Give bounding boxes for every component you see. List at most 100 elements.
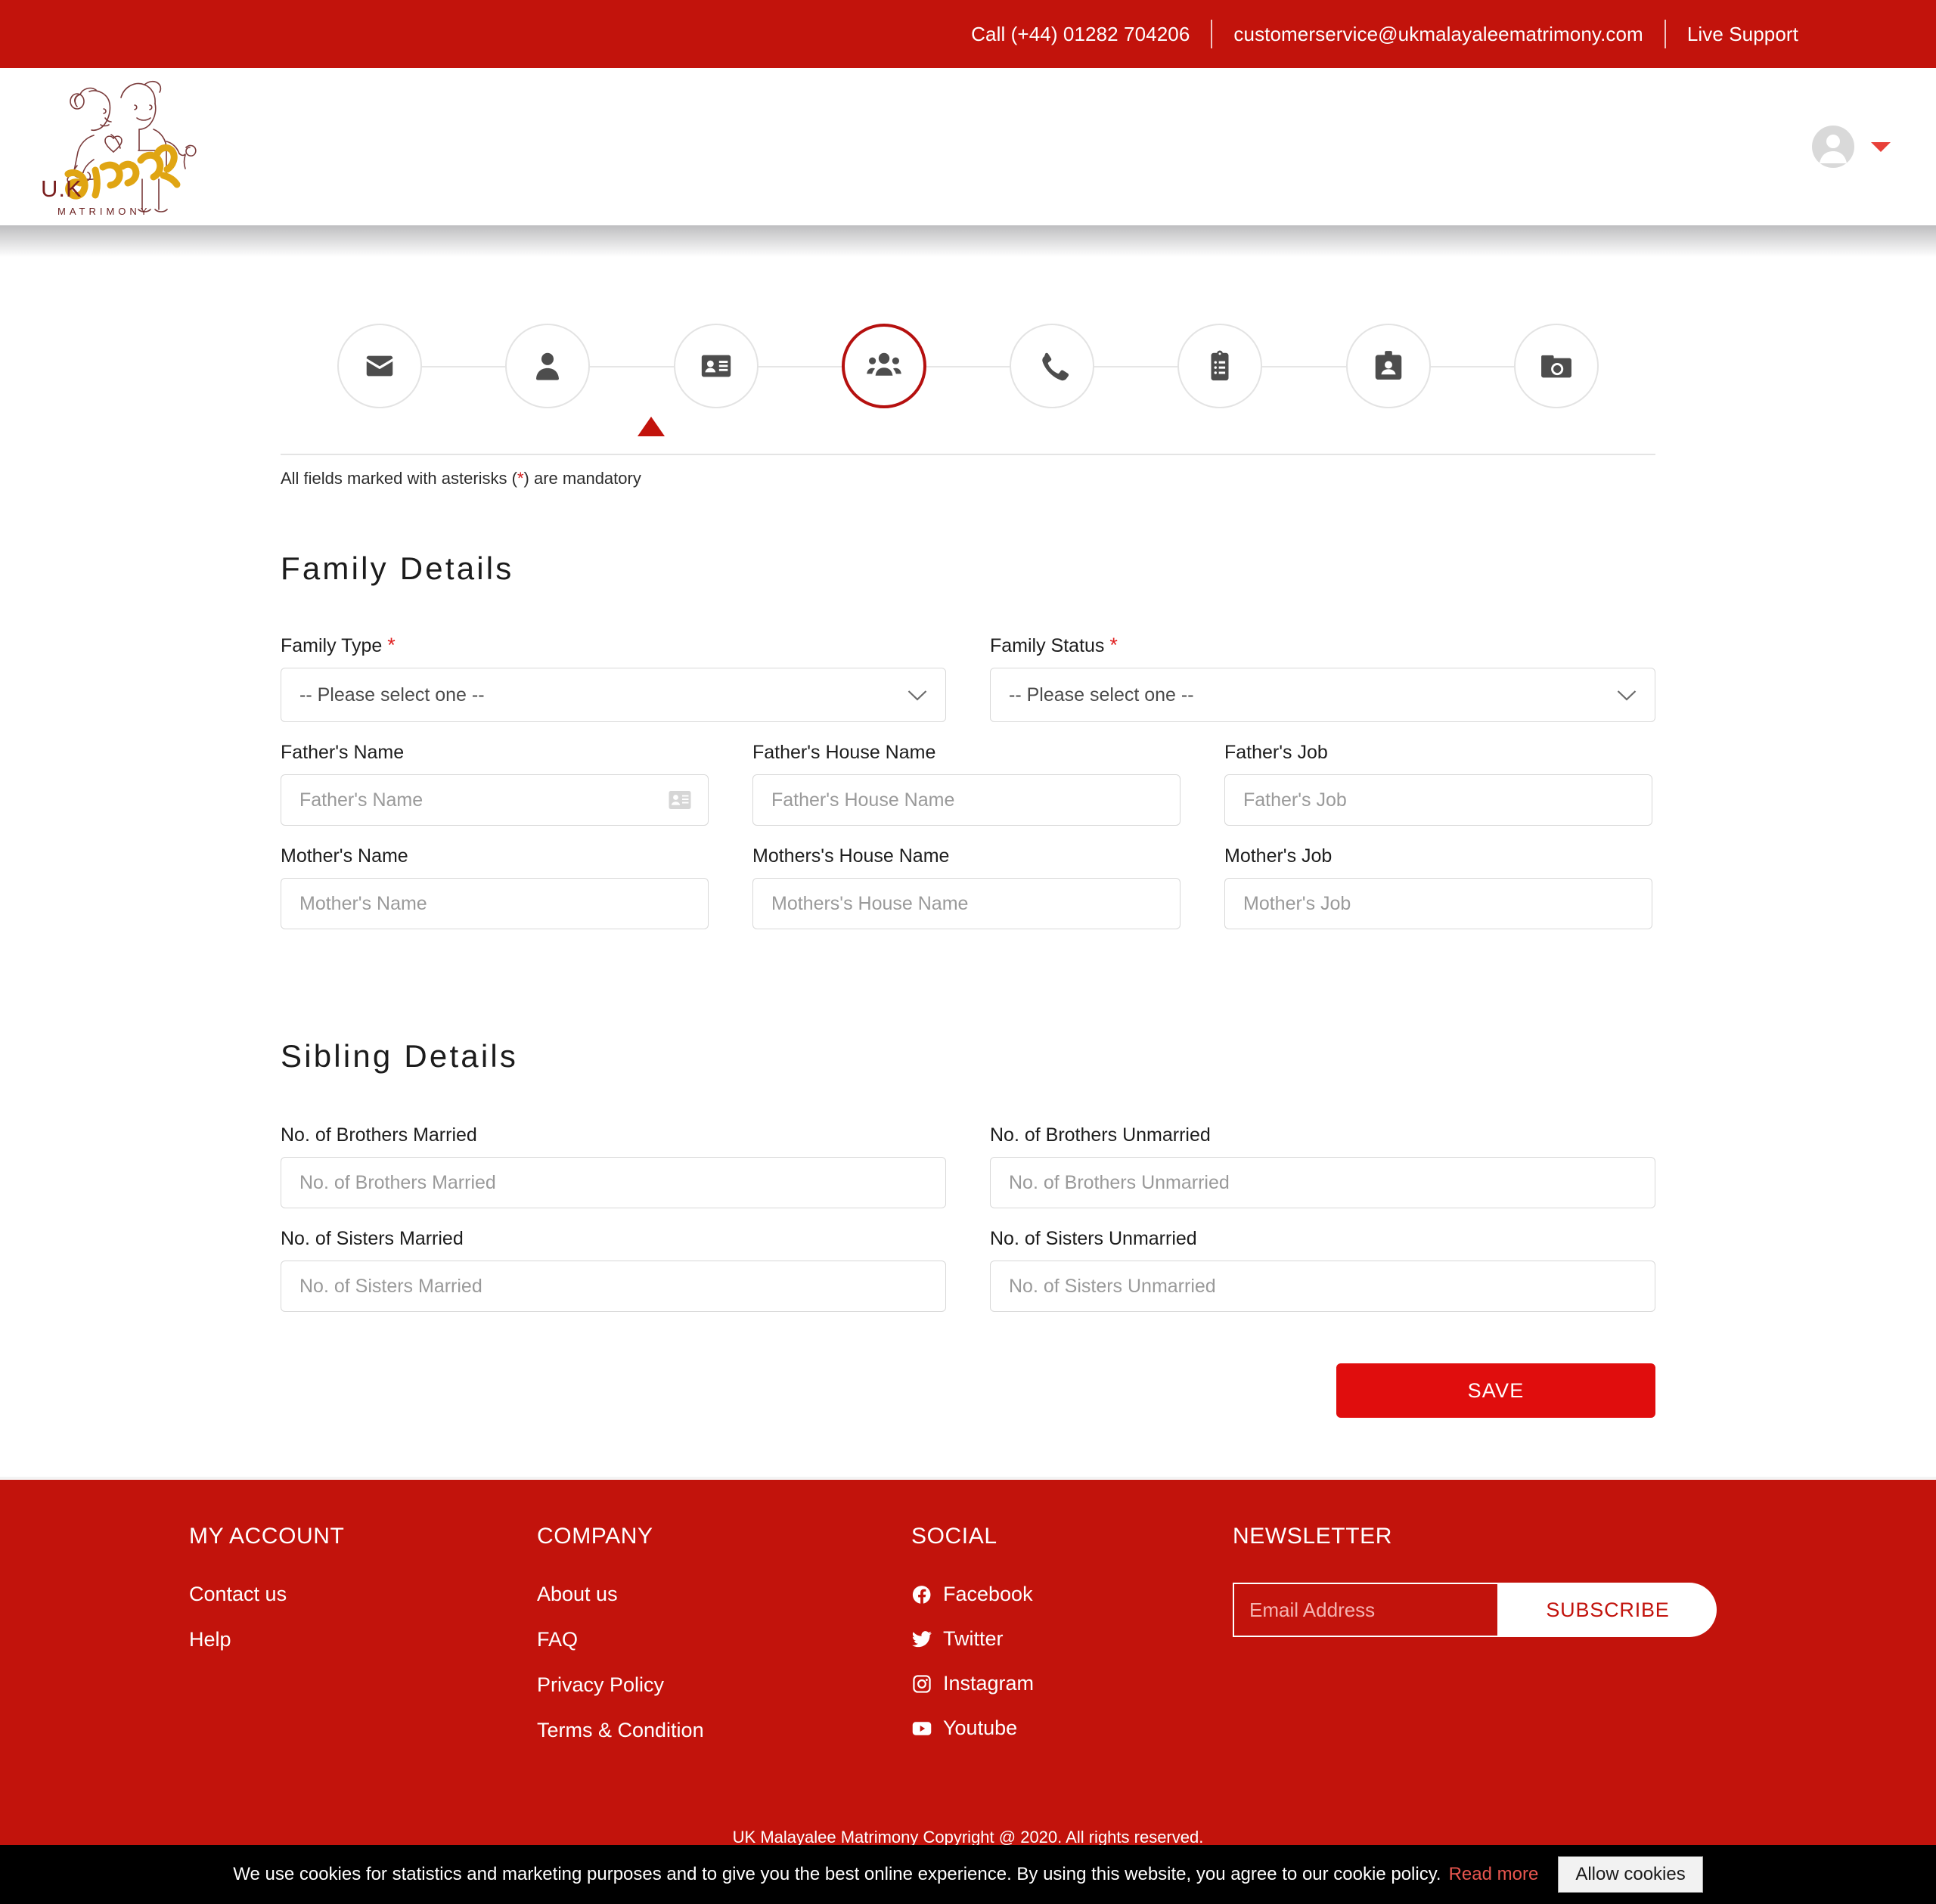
form-row-family-selects: Family Type * -- Please select one -- Fa… bbox=[281, 634, 1655, 742]
save-button[interactable]: SAVE bbox=[1336, 1363, 1655, 1418]
input-mothers-house-name[interactable]: Mothers's House Name bbox=[771, 893, 968, 915]
step-contact[interactable] bbox=[1010, 324, 1094, 408]
avatar[interactable] bbox=[1812, 126, 1854, 168]
social-link-youtube[interactable]: Youtube bbox=[911, 1716, 1233, 1740]
cookie-read-more-link[interactable]: Read more bbox=[1449, 1864, 1539, 1885]
site-logo[interactable]: U.K MATRIMONY bbox=[30, 75, 212, 219]
main-content: All fields marked with asterisks (*) are… bbox=[0, 225, 1936, 1480]
footer-heading-newsletter: NEWSLETTER bbox=[1233, 1524, 1717, 1549]
input-sisters-unmarried[interactable]: No. of Sisters Unmarried bbox=[1009, 1276, 1216, 1298]
email-link[interactable]: customerservice@ukmalayaleematrimony.com bbox=[1233, 23, 1643, 46]
logo-illustration-icon: U.K MATRIMONY bbox=[30, 75, 212, 219]
input-fathers-job-wrap[interactable]: Father's Job bbox=[1224, 774, 1652, 826]
chevron-down-icon bbox=[1617, 690, 1637, 701]
footer-link-privacy-policy[interactable]: Privacy Policy bbox=[537, 1673, 911, 1697]
input-fathers-name[interactable]: Father's Name bbox=[299, 789, 423, 811]
footer-link-help[interactable]: Help bbox=[189, 1628, 537, 1651]
step-profile[interactable] bbox=[674, 324, 759, 408]
label-mothers-job: Mother's Job bbox=[1224, 845, 1652, 867]
input-mothers-job-wrap[interactable]: Mother's Job bbox=[1224, 878, 1652, 929]
field-sisters-unmarried: No. of Sisters Unmarried No. of Sisters … bbox=[990, 1228, 1655, 1312]
contact-card-icon bbox=[669, 790, 691, 810]
label-family-type: Family Type * bbox=[281, 634, 946, 657]
note-asterisk: * bbox=[517, 469, 524, 488]
step-email[interactable] bbox=[337, 324, 422, 408]
step-personal[interactable] bbox=[505, 324, 590, 408]
label-mothers-name: Mother's Name bbox=[281, 845, 709, 867]
active-step-pointer bbox=[638, 417, 665, 436]
input-fathers-name-wrap[interactable]: Father's Name bbox=[281, 774, 709, 826]
allow-cookies-button[interactable]: Allow cookies bbox=[1558, 1856, 1702, 1893]
field-mothers-name: Mother's Name Mother's Name bbox=[281, 845, 709, 929]
required-asterisk: * bbox=[387, 634, 396, 656]
newsletter-email-input[interactable] bbox=[1233, 1583, 1499, 1637]
step-family[interactable] bbox=[842, 324, 926, 408]
input-mothers-name[interactable]: Mother's Name bbox=[299, 893, 427, 915]
social-label: Facebook bbox=[943, 1583, 1033, 1606]
field-family-type: Family Type * -- Please select one -- bbox=[281, 634, 946, 722]
footer-link-faq[interactable]: FAQ bbox=[537, 1628, 911, 1651]
family-details-form: Family Details Family Type * -- Please s… bbox=[281, 550, 1655, 1418]
subscribe-button[interactable]: SUBSCRIBE bbox=[1499, 1583, 1717, 1637]
live-support-link[interactable]: Live Support bbox=[1687, 23, 1798, 46]
registration-stepper bbox=[333, 324, 1603, 408]
label-sisters-married: No. of Sisters Married bbox=[281, 1228, 946, 1250]
select-family-status[interactable]: -- Please select one -- bbox=[990, 668, 1655, 722]
input-fathers-house-name-wrap[interactable]: Father's House Name bbox=[752, 774, 1181, 826]
phone-icon bbox=[1035, 349, 1069, 383]
input-sisters-married[interactable]: No. of Sisters Married bbox=[299, 1276, 482, 1298]
input-fathers-house-name[interactable]: Father's House Name bbox=[771, 789, 954, 811]
social-link-twitter[interactable]: Twitter bbox=[911, 1627, 1233, 1651]
input-brothers-unmarried[interactable]: No. of Brothers Unmarried bbox=[1009, 1172, 1230, 1194]
chevron-down-icon bbox=[908, 690, 927, 701]
select-family-type[interactable]: -- Please select one -- bbox=[281, 668, 946, 722]
pre-footer-spacer bbox=[0, 1418, 1936, 1477]
footer-col-my-account: MY ACCOUNT Contact us Help bbox=[189, 1524, 537, 1764]
label-family-status: Family Status * bbox=[990, 634, 1655, 657]
footer-link-terms-condition[interactable]: Terms & Condition bbox=[537, 1719, 911, 1742]
youtube-icon bbox=[911, 1718, 932, 1739]
label-text: Family Status bbox=[990, 635, 1104, 656]
required-asterisk: * bbox=[1109, 634, 1118, 656]
field-fathers-job: Father's Job Father's Job bbox=[1224, 742, 1652, 826]
footer-link-about-us[interactable]: About us bbox=[537, 1583, 911, 1606]
input-brothers-married-wrap[interactable]: No. of Brothers Married bbox=[281, 1157, 946, 1208]
cookie-message: We use cookies for statistics and market… bbox=[233, 1864, 1441, 1885]
social-link-facebook[interactable]: Facebook bbox=[911, 1583, 1233, 1606]
footer-columns: MY ACCOUNT Contact us Help COMPANY About… bbox=[189, 1524, 1747, 1764]
field-mothers-job: Mother's Job Mother's Job bbox=[1224, 845, 1652, 929]
select-value: -- Please select one -- bbox=[1009, 684, 1194, 706]
logo-matrimony-text: MATRIMONY bbox=[57, 206, 150, 217]
account-menu[interactable] bbox=[1812, 126, 1891, 168]
input-mothers-house-name-wrap[interactable]: Mothers's House Name bbox=[752, 878, 1181, 929]
social-link-instagram[interactable]: Instagram bbox=[911, 1672, 1233, 1695]
step-photos[interactable] bbox=[1514, 324, 1599, 408]
label-fathers-job: Father's Job bbox=[1224, 742, 1652, 764]
phone-link[interactable]: Call (+44) 01282 704206 bbox=[971, 23, 1190, 46]
field-fathers-house-name: Father's House Name Father's House Name bbox=[752, 742, 1181, 826]
id-card-icon bbox=[699, 349, 734, 383]
input-fathers-job[interactable]: Father's Job bbox=[1243, 789, 1347, 811]
input-brothers-married[interactable]: No. of Brothers Married bbox=[299, 1172, 496, 1194]
users-icon bbox=[866, 348, 902, 384]
chevron-down-icon[interactable] bbox=[1871, 142, 1891, 152]
step-preferences[interactable] bbox=[1177, 324, 1262, 408]
form-actions: SAVE bbox=[281, 1363, 1655, 1418]
facebook-icon bbox=[911, 1584, 932, 1605]
footer-top-rule bbox=[0, 1477, 1936, 1480]
input-sisters-unmarried-wrap[interactable]: No. of Sisters Unmarried bbox=[990, 1261, 1655, 1312]
input-brothers-unmarried-wrap[interactable]: No. of Brothers Unmarried bbox=[990, 1157, 1655, 1208]
input-sisters-married-wrap[interactable]: No. of Sisters Married bbox=[281, 1261, 946, 1312]
input-mothers-job[interactable]: Mother's Job bbox=[1243, 893, 1351, 915]
note-text-after: ) are mandatory bbox=[524, 469, 641, 488]
step-verification[interactable] bbox=[1346, 324, 1431, 408]
field-fathers-name: Father's Name Father's Name bbox=[281, 742, 709, 826]
label-fathers-name: Father's Name bbox=[281, 742, 709, 764]
input-mothers-name-wrap[interactable]: Mother's Name bbox=[281, 878, 709, 929]
newsletter-form: SUBSCRIBE bbox=[1233, 1583, 1717, 1637]
footer-link-contact-us[interactable]: Contact us bbox=[189, 1583, 537, 1606]
form-row-mother: Mother's Name Mother's Name Mothers's Ho… bbox=[281, 845, 1655, 949]
note-text-before: All fields marked with asterisks ( bbox=[281, 469, 517, 488]
field-sisters-married: No. of Sisters Married No. of Sisters Ma… bbox=[281, 1228, 946, 1312]
page-root: Call (+44) 01282 704206 customerservice@… bbox=[0, 0, 1936, 1904]
